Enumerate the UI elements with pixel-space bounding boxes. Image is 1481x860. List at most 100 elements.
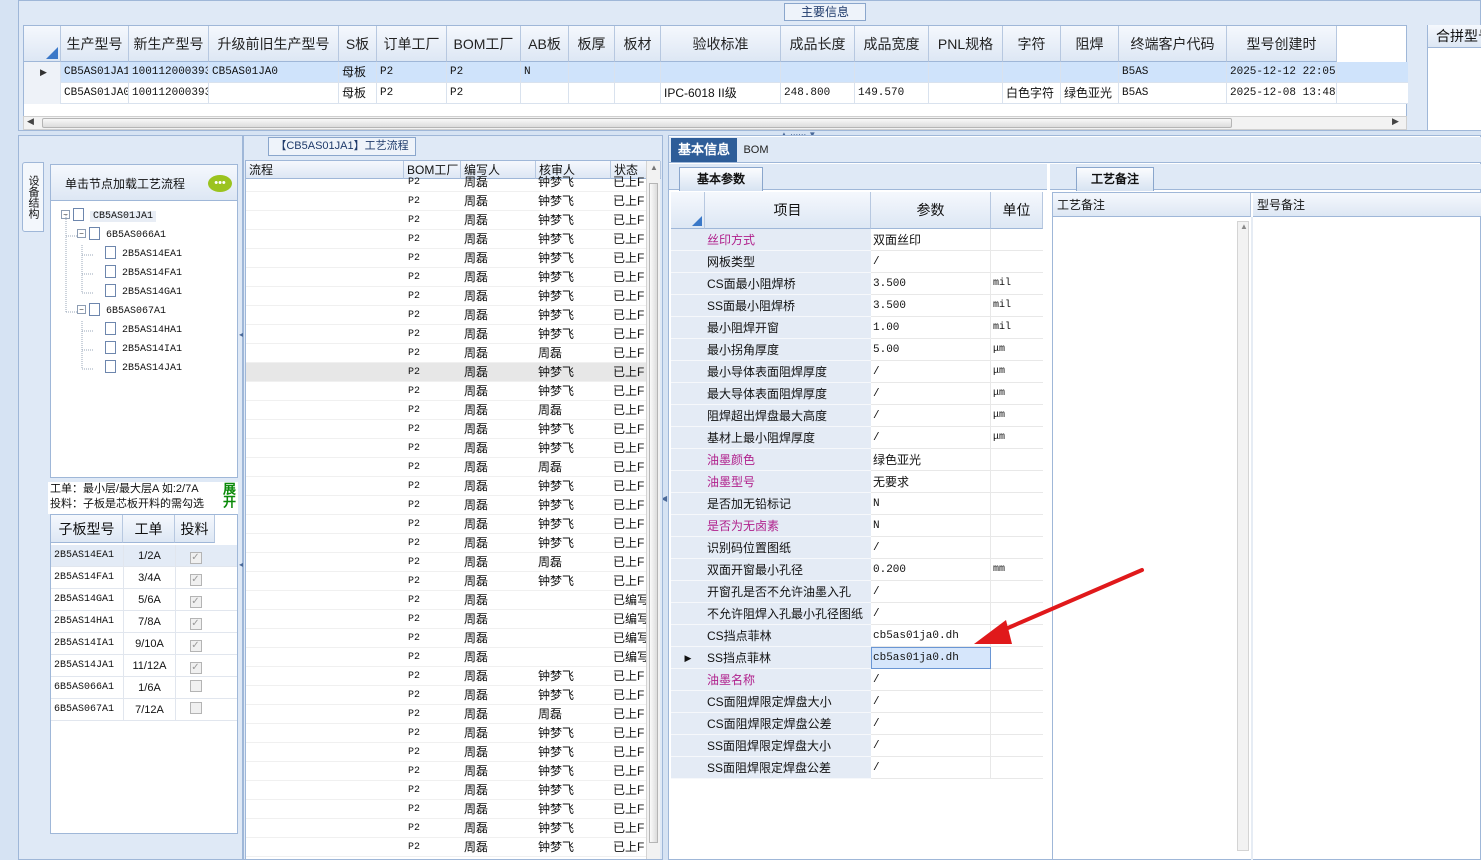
table-row[interactable]: 丝印1P2周磊钟梦飞已上F (246, 363, 646, 382)
sub-board-grid[interactable]: 子板型号 工单 投料 2B5AS14EA1 1/2A ✓ 2B5AS14FA1 3/4A ✓ 2B… (50, 514, 238, 834)
table-row[interactable]: 最小阻焊开窗 1.00 mil (671, 317, 1043, 339)
table-row[interactable]: 2B5AS14GA1 5/6A ✓ (51, 589, 237, 611)
tree-node[interactable]: − 6B5AS067A1 (77, 300, 166, 319)
table-row[interactable]: −电子测试1P2周磊钟梦飞已上F (246, 268, 646, 287)
param-value-cell[interactable]: 无要求 (871, 471, 991, 493)
column-header[interactable]: 板材 (615, 26, 661, 62)
param-value-cell[interactable]: / (871, 383, 991, 405)
table-row[interactable]: 丝印方式 双面丝印 (671, 229, 1043, 251)
table-row[interactable]: 阻焊前处理1P2周磊钟梦飞已上F (246, 325, 646, 344)
column-header[interactable]: 阻焊 (1061, 26, 1119, 62)
param-value-cell[interactable]: / (871, 713, 991, 735)
tree-node[interactable]: 2B5AS14IA1 (93, 338, 182, 357)
merge-model-header[interactable]: 合拼型号 (1428, 25, 1481, 48)
feed-checkbox[interactable]: ✓ (189, 552, 202, 564)
column-header[interactable]: BOM工厂 (447, 26, 521, 62)
param-value-cell[interactable]: 双面丝印 (871, 229, 991, 251)
table-row[interactable]: CB5AS01JA010011200039336母板P2P2IPC-6018 I… (24, 83, 1408, 104)
column-header[interactable]: 成品长度 (781, 26, 855, 62)
feed-checkbox[interactable]: ✓ (189, 574, 202, 586)
scroll-up-arrow-icon[interactable]: ▲ (650, 163, 658, 172)
horizontal-scrollbar[interactable]: ◀ ▶ (23, 116, 1407, 130)
table-row[interactable]: 烘板1P2周磊钟梦飞已上F (246, 211, 646, 230)
param-value-cell[interactable]: / (871, 691, 991, 713)
feed-checkbox[interactable]: ✓ (189, 596, 202, 608)
param-value-cell[interactable]: 3.500 (871, 273, 991, 295)
table-row[interactable]: 功能检查P2周磊周磊已上F (246, 705, 646, 724)
table-row[interactable]: −成品仓P2周磊钟梦飞已上F (246, 781, 646, 800)
table-row[interactable]: 2B5AS14JA1 11/12A ✓ (51, 655, 237, 677)
tree-node[interactable]: 2B5AS14FA1 (93, 262, 182, 281)
table-row[interactable]: SS面最小阻焊桥 3.500 mil (671, 295, 1043, 317)
scroll-left-arrow-icon[interactable]: ◀ (27, 116, 34, 127)
feed-checkbox[interactable]: ✓ (189, 618, 202, 630)
param-grid-header[interactable]: 参数 (871, 192, 991, 229)
table-row[interactable]: 入库P2周磊钟梦飞已上F (246, 800, 646, 819)
scrollbar-thumb[interactable] (42, 118, 1232, 128)
table-row[interactable]: 曝光1P2周磊周磊已上F (246, 401, 646, 420)
column-header[interactable]: 订单工厂 (377, 26, 447, 62)
param-value-cell[interactable]: N (871, 493, 991, 515)
remark-scrollbar[interactable]: ▲ (1237, 221, 1249, 851)
table-row[interactable]: 基材上最小阻焊厚度 / μm (671, 427, 1043, 449)
tab-basic-params[interactable]: 基本参数 (679, 167, 763, 191)
column-header[interactable]: AB板 (521, 26, 569, 62)
table-row[interactable]: −外形P2周磊已编写 (246, 629, 646, 648)
table-row[interactable]: 油墨名称 / (671, 669, 1043, 691)
table-row[interactable]: 水洗烘干P2周磊钟梦飞已上F (246, 572, 646, 591)
tree-node[interactable]: 2B5AS14GA1 (93, 281, 182, 300)
column-header[interactable]: 终端客户代码 (1119, 26, 1227, 62)
table-row[interactable]: 板边包胶P2周磊钟梦飞已上F (246, 534, 646, 553)
grid-corner[interactable] (24, 26, 61, 62)
tree-node[interactable]: − 6B5AS066A1 (77, 224, 166, 243)
table-row[interactable]: −层压1P2周磊钟梦飞已上F (246, 192, 646, 211)
param-value-cell[interactable]: / (871, 251, 991, 273)
table-row[interactable]: 阻焊塞孔1P2周磊周磊已上F (246, 344, 646, 363)
tree-toggle-icon[interactable]: − (77, 229, 86, 239)
tree-node[interactable]: 2B5AS14EA1 (93, 243, 182, 262)
table-row[interactable]: 2B5AS14FA1 3/4A ✓ (51, 567, 237, 589)
column-header[interactable]: PNL规格 (929, 26, 1003, 62)
tree-toggle-icon[interactable]: − (77, 305, 86, 315)
column-header[interactable]: S板 (339, 26, 377, 62)
param-value-cell[interactable]: N (871, 515, 991, 537)
table-row[interactable]: 油墨型号 无要求 (671, 471, 1043, 493)
table-row[interactable]: CS面阻焊限定焊盘大小 / (671, 691, 1043, 713)
column-header[interactable]: 生产型号 (61, 26, 129, 62)
table-row[interactable]: 网板类型 / (671, 251, 1043, 273)
column-header[interactable]: 升级前旧生产型号 (209, 26, 339, 62)
feed-checkbox[interactable]: ✓ (189, 662, 202, 674)
scroll-up-arrow-icon[interactable]: ▲ (1240, 222, 1248, 231)
table-row[interactable]: SS面阻焊限定焊盘大小 / (671, 735, 1043, 757)
column-header[interactable]: 字符 (1003, 26, 1061, 62)
feed-checkbox[interactable] (189, 680, 202, 692)
table-row[interactable]: 最小导体表面阻焊厚度 / μm (671, 361, 1043, 383)
table-row[interactable]: 6B5AS067A1 7/12A (51, 699, 237, 721)
side-tab-structure[interactable]: 设备结构 (22, 162, 44, 232)
table-row[interactable]: 阻焊超出焊盘最大高度 / μm (671, 405, 1043, 427)
param-value-cell[interactable]: / (871, 757, 991, 779)
table-row[interactable]: CS面阻焊限定焊盘公差 / (671, 713, 1043, 735)
param-value-cell[interactable]: / (871, 361, 991, 383)
table-row[interactable]: −字符P2周磊钟梦飞已上F (246, 439, 646, 458)
table-row[interactable]: −阻焊1P2周磊钟梦飞已上F (246, 306, 646, 325)
table-row[interactable]: 预烘1P2周磊钟梦飞已上F (246, 382, 646, 401)
param-value-cell[interactable]: 5.00 (871, 339, 991, 361)
table-row[interactable]: ▶CB5AS01JA110011200039336CB5AS01JA0母板P2P… (24, 62, 1408, 83)
grid-corner[interactable] (671, 192, 705, 229)
table-row[interactable]: 2B5AS14EA1 1/2A ✓ (51, 545, 237, 567)
table-row[interactable]: 显影1P2周磊钟梦飞已上F (246, 420, 646, 439)
table-row[interactable]: 2B5AS14HA1 7/8A ✓ (51, 611, 237, 633)
param-value-cell[interactable]: / (871, 405, 991, 427)
table-row[interactable]: −化学镍钯金P2周磊钟梦飞已上F (246, 496, 646, 515)
table-row[interactable]: 终固化P2周磊钟梦飞已上F (246, 477, 646, 496)
column-header[interactable]: 板厚 (569, 26, 615, 62)
param-value-cell[interactable]: / (871, 427, 991, 449)
table-row[interactable]: 油墨颜色 绿色亚光 (671, 449, 1043, 471)
sub-grid-header[interactable]: 子板型号 (51, 515, 123, 543)
table-row[interactable]: 成品清洗P2周磊钟梦飞已上F (246, 667, 646, 686)
process-flow-grid[interactable]: 流程BOM工厂编写人核审人状态▲外层AOIP2周磊钟梦飞已上F−层压1P2周磊钟… (245, 160, 661, 860)
tab-process-remarks[interactable]: 工艺备注 (1076, 167, 1154, 191)
sub-grid-header[interactable]: 工单 (123, 515, 175, 543)
param-grid-header[interactable]: 项目 (705, 192, 871, 229)
